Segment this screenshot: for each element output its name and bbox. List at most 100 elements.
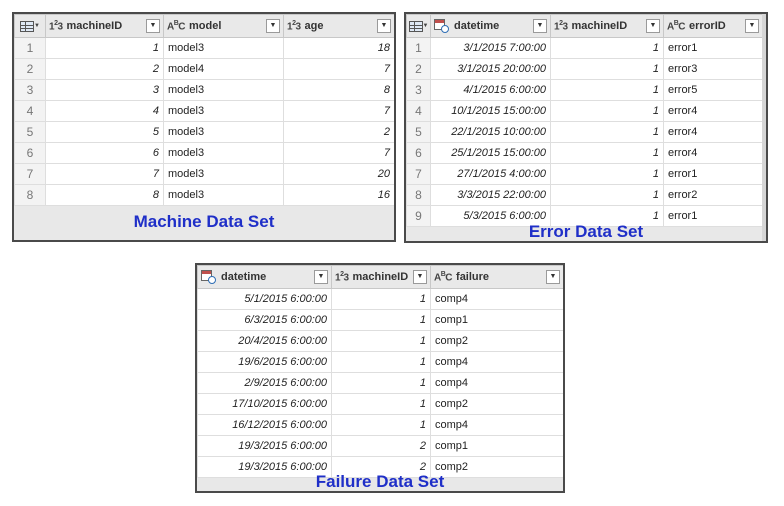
column-header-machineid[interactable]: 123 machineID ▼: [331, 265, 431, 289]
column-header-machineid[interactable]: 123 machineID ▼: [45, 14, 164, 38]
cell-age[interactable]: 18: [283, 37, 394, 59]
table-row[interactable]: 17/10/2015 6:00:00 1 comp2: [197, 393, 563, 415]
table-row[interactable]: 5 22/1/2015 10:00:00 1 error4: [406, 121, 763, 143]
dropdown-arrow-icon[interactable]: ▼: [377, 19, 391, 33]
whole-number-type-icon[interactable]: 123: [287, 20, 301, 32]
cell-errorid[interactable]: error4: [663, 100, 763, 122]
cell-machineid[interactable]: 1: [331, 351, 431, 373]
cell-machineid[interactable]: 1: [331, 309, 431, 331]
text-type-icon[interactable]: ABC: [434, 271, 453, 283]
cell-errorid[interactable]: error1: [663, 37, 763, 59]
table-row[interactable]: 7 27/1/2015 4:00:00 1 error1: [406, 163, 763, 185]
cell-model[interactable]: model3: [163, 163, 284, 185]
cell-machineid[interactable]: 2: [45, 58, 164, 80]
whole-number-type-icon[interactable]: 123: [554, 20, 568, 32]
cell-datetime[interactable]: 19/6/2015 6:00:00: [197, 351, 332, 373]
cell-datetime[interactable]: 22/1/2015 10:00:00: [430, 121, 551, 143]
cell-machineid[interactable]: 1: [331, 414, 431, 436]
table-row[interactable]: 3 4/1/2015 6:00:00 1 error5: [406, 79, 763, 101]
dropdown-arrow-icon[interactable]: ▼: [146, 19, 160, 33]
cell-machineid[interactable]: 1: [550, 58, 664, 80]
cell-datetime[interactable]: 4/1/2015 6:00:00: [430, 79, 551, 101]
cell-machineid[interactable]: 1: [550, 142, 664, 164]
cell-machineid[interactable]: 3: [45, 79, 164, 101]
cell-model[interactable]: model3: [163, 121, 284, 143]
whole-number-type-icon[interactable]: 123: [49, 20, 63, 32]
cell-datetime[interactable]: 2/9/2015 6:00:00: [197, 372, 332, 394]
table-row[interactable]: 5 5 model3 2: [14, 121, 394, 143]
cell-machineid[interactable]: 1: [331, 372, 431, 394]
table-row[interactable]: 6 25/1/2015 15:00:00 1 error4: [406, 142, 763, 164]
table-menu-button[interactable]: ▼: [406, 14, 431, 38]
cell-model[interactable]: model3: [163, 142, 284, 164]
cell-model[interactable]: model3: [163, 100, 284, 122]
cell-age[interactable]: 8: [283, 79, 394, 101]
cell-model[interactable]: model3: [163, 79, 284, 101]
cell-errorid[interactable]: error5: [663, 79, 763, 101]
dropdown-arrow-icon[interactable]: ▼: [745, 19, 759, 33]
table-row[interactable]: 19/6/2015 6:00:00 1 comp4: [197, 351, 563, 373]
cell-datetime[interactable]: 3/1/2015 20:00:00: [430, 58, 551, 80]
cell-machineid[interactable]: 6: [45, 142, 164, 164]
table-row[interactable]: 2 2 model4 7: [14, 58, 394, 80]
cell-machineid[interactable]: 1: [550, 37, 664, 59]
dropdown-arrow-icon[interactable]: ▼: [413, 270, 427, 284]
cell-machineid[interactable]: 5: [45, 121, 164, 143]
table-row[interactable]: 1 1 model3 18: [14, 37, 394, 59]
table-row[interactable]: 20/4/2015 6:00:00 1 comp2: [197, 330, 563, 352]
cell-machineid[interactable]: 1: [331, 330, 431, 352]
cell-datetime[interactable]: 17/10/2015 6:00:00: [197, 393, 332, 415]
cell-machineid[interactable]: 2: [331, 435, 431, 457]
cell-failure[interactable]: comp4: [430, 288, 563, 310]
cell-machineid[interactable]: 1: [331, 288, 431, 310]
table-row[interactable]: 19/3/2015 6:00:00 2 comp1: [197, 435, 563, 457]
table-row[interactable]: 3 3 model3 8: [14, 79, 394, 101]
table-row[interactable]: 1 3/1/2015 7:00:00 1 error1: [406, 37, 763, 59]
cell-failure[interactable]: comp2: [430, 330, 563, 352]
cell-errorid[interactable]: error3: [663, 58, 763, 80]
table-row[interactable]: 6 6 model3 7: [14, 142, 394, 164]
dropdown-arrow-icon[interactable]: ▼: [646, 19, 660, 33]
dropdown-arrow-icon[interactable]: ▼: [533, 19, 547, 33]
table-row[interactable]: 5/1/2015 6:00:00 1 comp4: [197, 288, 563, 310]
text-type-icon[interactable]: ABC: [167, 20, 186, 32]
cell-datetime[interactable]: 3/3/2015 22:00:00: [430, 184, 551, 206]
dropdown-arrow-icon[interactable]: ▼: [266, 19, 280, 33]
cell-datetime[interactable]: 6/3/2015 6:00:00: [197, 309, 332, 331]
cell-failure[interactable]: comp4: [430, 414, 563, 436]
cell-age[interactable]: 7: [283, 142, 394, 164]
table-row[interactable]: 16/12/2015 6:00:00 1 comp4: [197, 414, 563, 436]
cell-datetime[interactable]: 19/3/2015 6:00:00: [197, 435, 332, 457]
column-header-datetime[interactable]: datetime ▼: [430, 14, 551, 38]
column-header-failure[interactable]: ABC failure ▼: [430, 265, 563, 289]
cell-failure[interactable]: comp4: [430, 351, 563, 373]
cell-machineid[interactable]: 1: [331, 393, 431, 415]
whole-number-type-icon[interactable]: 123: [335, 271, 349, 283]
table-row[interactable]: 2/9/2015 6:00:00 1 comp4: [197, 372, 563, 394]
cell-age[interactable]: 7: [283, 100, 394, 122]
table-row[interactable]: 8 3/3/2015 22:00:00 1 error2: [406, 184, 763, 206]
cell-datetime[interactable]: 3/1/2015 7:00:00: [430, 37, 551, 59]
table-row[interactable]: 6/3/2015 6:00:00 1 comp1: [197, 309, 563, 331]
datetime-type-icon[interactable]: [434, 19, 449, 33]
column-header-model[interactable]: ABC model ▼: [163, 14, 284, 38]
cell-age[interactable]: 7: [283, 58, 394, 80]
table-row[interactable]: 8 8 model3 16: [14, 184, 394, 206]
cell-model[interactable]: model3: [163, 184, 284, 206]
cell-failure[interactable]: comp1: [430, 309, 563, 331]
cell-errorid[interactable]: error4: [663, 121, 763, 143]
text-type-icon[interactable]: ABC: [667, 20, 686, 32]
cell-machineid[interactable]: 7: [45, 163, 164, 185]
cell-failure[interactable]: comp2: [430, 393, 563, 415]
cell-datetime[interactable]: 20/4/2015 6:00:00: [197, 330, 332, 352]
cell-datetime[interactable]: 5/1/2015 6:00:00: [197, 288, 332, 310]
table-row[interactable]: 4 10/1/2015 15:00:00 1 error4: [406, 100, 763, 122]
cell-model[interactable]: model4: [163, 58, 284, 80]
cell-datetime[interactable]: 16/12/2015 6:00:00: [197, 414, 332, 436]
cell-age[interactable]: 16: [283, 184, 394, 206]
dropdown-arrow-icon[interactable]: ▼: [546, 270, 560, 284]
column-header-age[interactable]: 123 age ▼: [283, 14, 394, 38]
table-menu-button[interactable]: ▼: [14, 14, 46, 38]
column-header-datetime[interactable]: datetime ▼: [197, 265, 332, 289]
cell-errorid[interactable]: error2: [663, 184, 763, 206]
